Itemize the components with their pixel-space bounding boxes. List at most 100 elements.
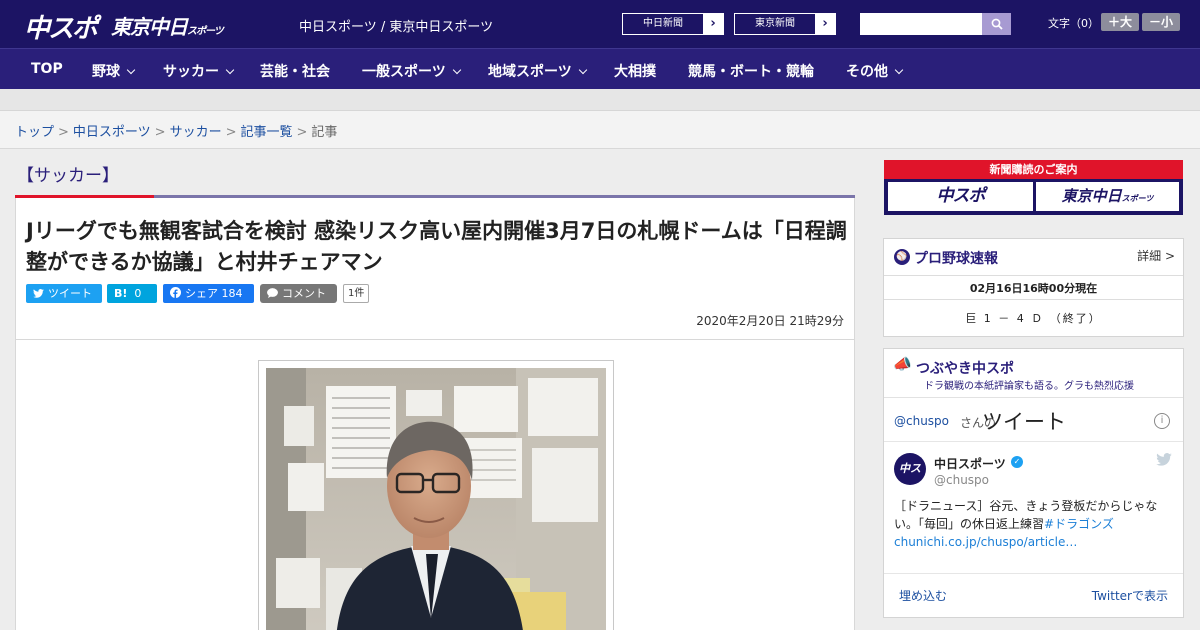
nav-item-label: 野球: [92, 64, 120, 80]
twitter-bird-icon[interactable]: [1156, 453, 1172, 466]
breadcrumb-top[interactable]: トップ: [15, 125, 54, 140]
nav-item-label: 競馬・ボート・競輪: [688, 64, 814, 80]
hatena-icon: B!: [114, 287, 128, 300]
twitter-widget-subtitle: ドラ観戦の本紙評論家も語る。グラも熱烈応援: [924, 381, 1134, 392]
facebook-share-count: 184: [221, 287, 243, 300]
tweet-author-name[interactable]: 中日スポーツ: [934, 455, 1006, 472]
nav-item-racing[interactable]: 競馬・ボート・競輪: [688, 61, 814, 81]
article-headline: Jリーグでも無観客試合を検討 感染リスク高い屋内開催3月7日の札幌ドームは「日程…: [26, 219, 847, 274]
comment-button[interactable]: コメント: [260, 284, 337, 303]
chunichi-shimbun-link[interactable]: 中日新聞 ›: [622, 13, 724, 35]
breadcrumb-separator: >: [154, 125, 166, 140]
chevron-right-icon: ›: [703, 14, 723, 34]
chuspo-logo[interactable]: 中スポ: [24, 8, 98, 45]
tokyo-logo-small: スポーツ: [187, 26, 224, 37]
nav-item-top[interactable]: TOP: [31, 61, 63, 77]
baseball-score[interactable]: 巨 1 － 4 Ｄ （終了）: [884, 310, 1183, 326]
breadcrumb-article-list[interactable]: 記事一覧: [241, 125, 293, 140]
ext-link-label: 東京新聞: [735, 14, 815, 34]
tokyo-chunichi-small: スポーツ: [1121, 194, 1154, 203]
tokyo-shimbun-link[interactable]: 東京新聞 ›: [734, 13, 836, 35]
tokyo-chunichi-logo[interactable]: 東京中日スポーツ: [111, 11, 224, 40]
font-size-up-button[interactable]: ＋大: [1101, 13, 1139, 31]
nav-item-entertainment[interactable]: 芸能・社会: [260, 61, 330, 81]
chuspo-subscribe-link[interactable]: 中スポ: [888, 182, 1033, 211]
twitter-widget-title: つぶやき中スポ: [916, 361, 1014, 377]
nav-item-label: 大相撲: [614, 64, 656, 80]
breadcrumb-separator: >: [296, 125, 308, 140]
facebook-icon: [170, 287, 181, 298]
chevron-down-icon: [126, 65, 136, 75]
nav-item-other[interactable]: その他: [846, 61, 904, 81]
tweet-body: ［ドラニュース］谷元、きょう登板だからじゃない。「毎回」の休日返上練習: [894, 499, 1158, 531]
nav-item-label: サッカー: [163, 64, 219, 80]
nav-item-baseball[interactable]: 野球: [92, 61, 136, 81]
baseball-widget-title: プロ野球速報: [914, 251, 998, 267]
divider: [884, 397, 1183, 398]
embed-link[interactable]: 埋め込む: [899, 587, 947, 604]
hatena-count: 0: [134, 287, 142, 300]
ext-link-label: 中日新聞: [623, 14, 703, 34]
article-photo-area: [15, 339, 855, 630]
chevron-right-icon: ›: [815, 14, 835, 34]
baseball-detail-link[interactable]: 詳細 >: [1137, 247, 1175, 264]
twitter-handle-link[interactable]: @chuspo: [894, 414, 949, 428]
nav-item-general-sports[interactable]: 一般スポーツ: [362, 61, 461, 81]
chevron-down-icon: [894, 65, 904, 75]
article-photo[interactable]: [266, 368, 606, 630]
baseball-update-time: 02月16日16時00分現在: [969, 282, 1098, 295]
baseball-icon: ⚾: [894, 249, 910, 265]
breadcrumb-current: 記事: [311, 125, 338, 140]
subscription-title: 新聞購読のご案内: [884, 160, 1183, 179]
tweet-link[interactable]: chunichi.co.jp/chuspo/article…: [894, 535, 1077, 549]
chevron-down-icon: [578, 65, 587, 75]
breadcrumb-bar: トップ > 中日スポーツ > サッカー > 記事一覧 > 記事: [0, 111, 1200, 149]
tweet-button[interactable]: ツイート: [26, 284, 102, 303]
divider: [884, 275, 1183, 276]
font-size-down-button[interactable]: －小: [1142, 13, 1180, 31]
site-header: 中スポ 東京中日スポーツ 中日スポーツ / 東京中日スポーツ 中日新聞 › 東京…: [0, 0, 1200, 48]
comment-icon: [267, 288, 278, 298]
nav-item-label: TOP: [31, 61, 63, 77]
breadcrumb: トップ > 中日スポーツ > サッカー > 記事一覧 > 記事: [15, 121, 337, 140]
facebook-share-label: シェア: [185, 287, 218, 300]
spacer-band: [0, 89, 1200, 111]
tokyo-chunichi-subscribe-link[interactable]: 東京中日スポーツ: [1036, 182, 1179, 211]
hatena-bookmark-button[interactable]: B! 0: [107, 284, 157, 303]
nav-item-label: 一般スポーツ: [362, 64, 446, 80]
main-nav: TOP 野球 サッカー 芸能・社会 一般スポーツ 地域スポーツ 大相撲 競馬・ボ…: [0, 48, 1200, 89]
facebook-share-button[interactable]: シェア 184: [163, 284, 254, 303]
tokyo-logo-text: 東京中日: [111, 15, 188, 39]
verified-icon: ✓: [1011, 456, 1023, 468]
twitter-icon: [33, 289, 44, 298]
search-input[interactable]: [860, 13, 982, 35]
comment-label: コメント: [282, 287, 326, 300]
view-on-twitter-link[interactable]: Twitterで表示: [1092, 587, 1168, 604]
nav-item-soccer[interactable]: サッカー: [163, 61, 235, 81]
font-size-label: 文字（0）: [1048, 17, 1099, 30]
article-header: Jリーグでも無観客試合を検討 感染リスク高い屋内開催3月7日の札幌ドームは「日程…: [15, 198, 855, 340]
search-button[interactable]: [982, 13, 1011, 35]
baseball-scores-widget: ⚾ プロ野球速報 詳細 > 02月16日16時00分現在 巨 1 － 4 Ｄ （…: [883, 238, 1184, 337]
photo-frame: [258, 360, 614, 630]
nav-item-label: その他: [846, 64, 888, 80]
search-icon: [991, 18, 1003, 30]
info-icon[interactable]: i: [1154, 413, 1170, 429]
breadcrumb-soccer[interactable]: サッカー: [170, 125, 222, 140]
nav-item-label: 芸能・社会: [260, 64, 330, 80]
subscription-banner[interactable]: 新聞購読のご案内 中スポ 東京中日スポーツ: [884, 160, 1183, 215]
chevron-down-icon: [452, 65, 461, 75]
tweet-text: ［ドラニュース］谷元、きょう登板だからじゃない。「毎回」の休日返上練習#ドラゴン…: [894, 497, 1176, 551]
megaphone-icon: 📣: [893, 355, 912, 373]
tweet-hashtag[interactable]: #ドラゴンズ: [1044, 517, 1114, 531]
nav-item-label: 地域スポーツ: [488, 64, 572, 80]
publish-date: 2020年2月20日 21時29分: [696, 314, 844, 328]
nav-item-sumo[interactable]: 大相撲: [614, 61, 656, 81]
site-name: 中日スポーツ / 東京中日スポーツ: [299, 20, 494, 35]
tweet-author-handle[interactable]: @chuspo: [934, 473, 989, 487]
nav-item-local-sports[interactable]: 地域スポーツ: [488, 61, 587, 81]
breadcrumb-separator: >: [225, 125, 237, 140]
comment-count: 1件: [343, 284, 370, 303]
avatar[interactable]: 中スポ: [894, 453, 926, 485]
breadcrumb-chunichi-sports[interactable]: 中日スポーツ: [73, 125, 151, 140]
